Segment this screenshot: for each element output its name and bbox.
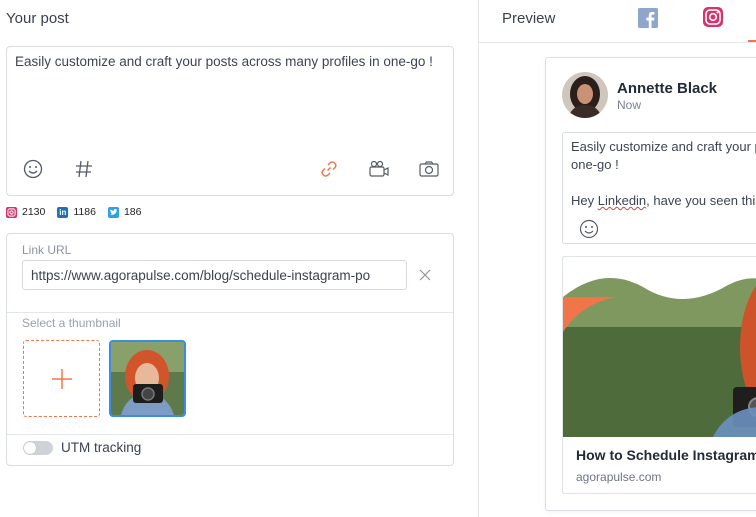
tab-instagram[interactable] [702, 6, 724, 28]
post-composer[interactable]: Easily customize and craft your posts ac… [6, 46, 454, 196]
misspelled-word: Linkedin [597, 193, 647, 208]
preview-label: Preview [502, 10, 556, 27]
link-url-label: Link URL [22, 243, 72, 257]
add-thumbnail-button[interactable] [23, 340, 100, 417]
thumbnail-option[interactable] [109, 340, 186, 417]
utm-label: UTM tracking [61, 440, 142, 455]
link-preview-domain: agorapulse.com [576, 470, 662, 484]
divider [7, 434, 453, 435]
thumbnail-image [111, 342, 184, 415]
instagram-counter: 2130 [6, 206, 45, 218]
link-preview-title: How to Schedule Instagram Posts [576, 447, 756, 463]
hashtag-icon[interactable] [70, 155, 98, 183]
emoji-icon[interactable] [579, 219, 599, 239]
twitter-counter: 186 [107, 206, 142, 218]
twitter-count: 186 [123, 206, 142, 218]
author-name: Annette Black [617, 80, 718, 97]
instagram-icon [703, 7, 723, 27]
close-icon[interactable] [415, 265, 435, 285]
linkedin-icon: in [57, 206, 69, 218]
preview-header: Preview [479, 0, 756, 43]
utm-toggle[interactable] [23, 440, 53, 455]
divider [7, 312, 453, 313]
post-time: Now [617, 98, 642, 112]
post-text[interactable]: Easily customize and craft your posts ac… [15, 53, 447, 71]
facebook-icon [638, 8, 658, 28]
emoji-icon[interactable] [19, 155, 47, 183]
active-tab-indicator [748, 40, 756, 42]
link-preview[interactable]: How to Schedule Instagram Posts agorapul… [562, 256, 756, 494]
preview-pane: Preview Annette Black Now Easily customi… [478, 0, 756, 517]
link-card: Link URL Select a thumbnail UTM tracking [6, 233, 454, 466]
post-text-line: one-go ! [571, 157, 619, 172]
network-counters: 2130 in 1186 186 [6, 205, 153, 219]
video-icon[interactable] [365, 155, 393, 183]
tab-facebook[interactable] [638, 8, 658, 28]
utm-tracking: UTM tracking [23, 440, 141, 455]
section-title: Your post [6, 10, 69, 27]
post-preview-text-box: Easily customize and craft your posts on… [562, 132, 756, 244]
composer-pane: Your post Easily customize and craft you… [0, 0, 478, 517]
post-text-line: Hey Linkedin, have you seen this? [571, 192, 756, 210]
linkedin-counter: in 1186 [57, 206, 96, 218]
camera-icon[interactable] [415, 155, 443, 183]
link-preview-image [563, 257, 756, 437]
post-text-line: Easily customize and craft your posts [571, 139, 756, 154]
text-segment: , have you seen this? [646, 193, 756, 208]
link-url-input[interactable] [22, 260, 407, 290]
plus-icon [51, 368, 72, 389]
post-preview-text: Easily customize and craft your posts on… [571, 138, 756, 210]
linkedin-count: 1186 [73, 206, 96, 218]
instagram-icon [6, 206, 17, 218]
post-preview-card: Annette Black Now Easily customize and c… [545, 57, 756, 511]
thumbnail-label: Select a thumbnail [22, 316, 121, 330]
composer-toolbar [7, 155, 453, 185]
avatar [562, 72, 608, 118]
text-segment: Hey [571, 193, 598, 208]
twitter-icon [107, 206, 119, 218]
link-icon[interactable] [315, 155, 343, 183]
instagram-count: 2130 [22, 206, 46, 218]
